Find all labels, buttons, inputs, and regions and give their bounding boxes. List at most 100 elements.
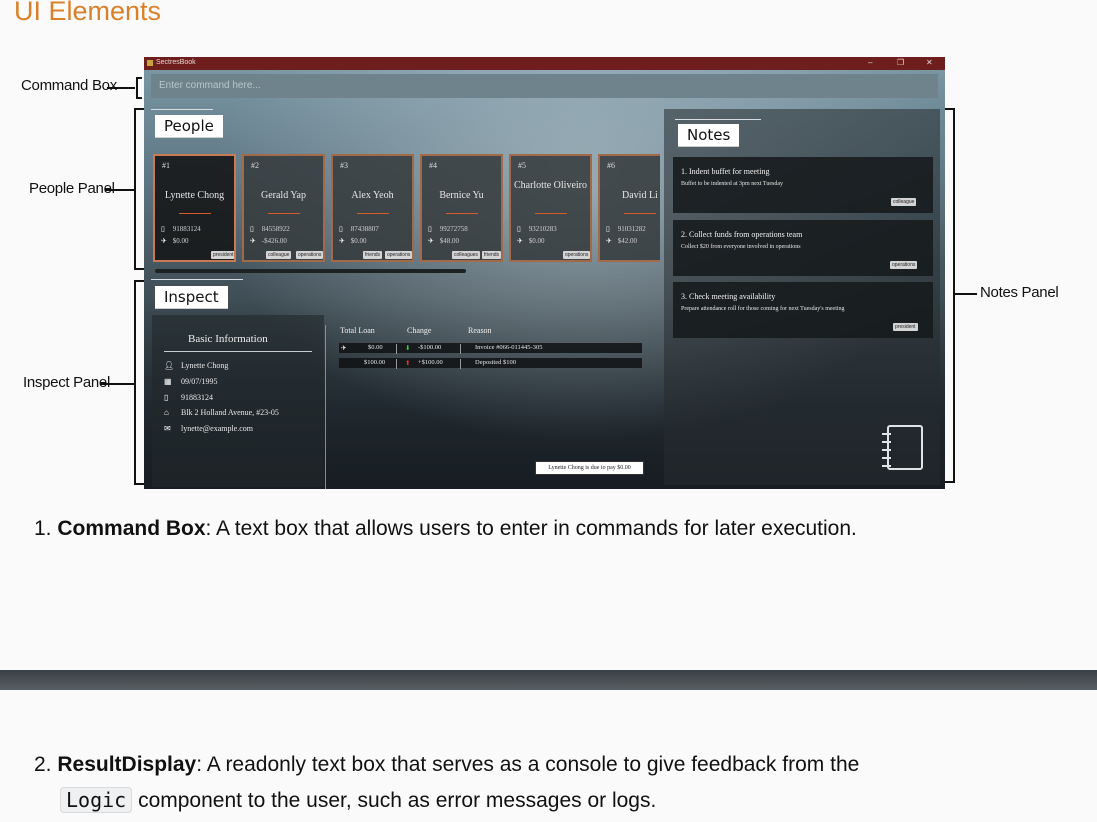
tag: president: [211, 251, 234, 259]
mail-icon: ✉: [164, 424, 171, 433]
tag: president: [893, 323, 918, 331]
page-heading: UI Elements: [14, 0, 162, 26]
app-window: SectresBook – ❐ ✕ Enter command here... …: [144, 57, 945, 489]
tag: colleague: [891, 198, 917, 206]
person-loan: ✈ -$426.00: [250, 237, 287, 245]
people-panel-title: People: [155, 115, 223, 138]
tag: operations: [296, 251, 323, 259]
loan-history-row: $100.00 ⬆ +$100.00 Deposited $100: [339, 358, 642, 369]
person-card[interactable]: #4 Bernice Yu ▯ 99272758 ✈ $48.00 collea…: [420, 154, 503, 262]
phone-icon: ▯: [164, 393, 169, 402]
notes-panel-title: Notes: [678, 124, 740, 147]
tag: friends: [363, 251, 383, 259]
note-description: Collect $20 from everyone involved in op…: [681, 244, 801, 250]
bracket-people: [134, 108, 144, 270]
card-accent: [624, 213, 656, 214]
note-title: 1. Indent buffet for meeting: [681, 167, 770, 176]
phone-icon: ▯: [161, 225, 165, 233]
tag: friends: [482, 251, 501, 259]
phone-icon: ▯: [428, 225, 432, 233]
info-email: ✉ lynette@example.com: [164, 424, 254, 433]
loan-total: $0.00: [368, 344, 383, 351]
loan-icon: ✈: [339, 237, 345, 245]
person-card[interactable]: #6 David Li ▯ 91031282 ✈ $42.00: [598, 154, 660, 262]
person-index: #5: [518, 161, 526, 170]
info-address: ⌂ Blk 2 Holland Avenue, #23-05: [164, 408, 279, 417]
arrow-up-icon: ⬆: [405, 360, 411, 367]
person-name: Alex Yeoh: [351, 190, 394, 201]
person-name: Bernice Yu: [439, 190, 484, 201]
app-icon: [147, 60, 153, 66]
card-accent: [535, 213, 567, 214]
person-loan: ✈ $48.00: [428, 237, 459, 245]
restore-button[interactable]: ❐: [897, 58, 904, 67]
person-index: #3: [340, 161, 348, 170]
loan-icon: ✈: [517, 237, 523, 245]
inspect-divider: [325, 325, 326, 489]
callout-line-notes: [955, 293, 977, 295]
loan-icon: ✈: [161, 237, 167, 245]
card-accent: [357, 213, 389, 214]
person-phone: ▯ 91883124: [161, 225, 201, 233]
tag: operations: [385, 251, 412, 259]
loan-change: +$100.00: [418, 359, 443, 366]
note-description: Prepare attendance roll for those coming…: [681, 306, 845, 312]
loan-header-change: Change: [407, 326, 432, 335]
bracket-notes: [945, 108, 955, 483]
person-phone: ▯ 91031282: [606, 225, 646, 233]
notebook-icon: [882, 425, 923, 470]
info-phone: ▯ 91883124: [164, 393, 213, 402]
home-icon: ⌂: [164, 408, 169, 417]
close-button[interactable]: ✕: [926, 58, 933, 67]
notes-title-rule: [675, 119, 761, 120]
basic-info-title: Basic Information: [188, 333, 268, 345]
due-message: Lynette Chong is due to pay $0.00: [535, 461, 644, 475]
people-scrollbar[interactable]: [155, 269, 466, 273]
loan-reason: Invoice #066-011445-305: [475, 344, 543, 351]
person-phone: ▯ 99272758: [428, 225, 468, 233]
note-card[interactable]: 1. Indent buffet for meeting Buffet to b…: [673, 157, 933, 213]
window-title: SectresBook: [156, 59, 196, 66]
note-description: Buffet to be indented at 3pm next Tuesda…: [681, 181, 784, 187]
code-logic: Logic: [60, 787, 133, 813]
person-phone: ▯ 93210283: [517, 225, 557, 233]
person-card[interactable]: #3 Alex Yeoh ▯ 87438807 ✈ $0.00 friends …: [331, 154, 414, 262]
inspect-title-rule: [151, 279, 243, 280]
minimize-button[interactable]: –: [868, 58, 872, 67]
person-icon: 👤︎: [164, 361, 175, 370]
command-input[interactable]: Enter command here...: [151, 74, 938, 98]
people-title-rule: [151, 109, 213, 110]
person-phone: ▯ 87438807: [339, 225, 379, 233]
tag: colleagues: [452, 251, 480, 259]
phone-icon: ▯: [606, 225, 610, 233]
note-card[interactable]: 3. Check meeting availability Prepare at…: [673, 282, 933, 338]
info-name: 👤︎ Lynette Chong: [164, 361, 229, 370]
card-accent: [446, 213, 478, 214]
callout-line-people: [105, 189, 134, 191]
note-card[interactable]: 2. Collect funds from operations team Co…: [673, 220, 933, 276]
person-name: Gerald Yap: [261, 190, 306, 201]
loan-total: $100.00: [364, 359, 386, 366]
callout-people-panel: People Panel: [29, 180, 115, 197]
card-accent: [179, 213, 211, 214]
basic-info-rule: [164, 351, 312, 352]
loan-header-total: Total Loan: [340, 326, 375, 335]
note-title: 2. Collect funds from operations team: [681, 230, 803, 239]
callout-line-inspect: [101, 383, 134, 385]
card-accent: [268, 213, 300, 214]
callout-line-command: [107, 87, 135, 89]
person-loan: ✈ $0.00: [339, 237, 367, 245]
person-loan: ✈ $42.00: [606, 237, 637, 245]
callout-command-box: Command Box: [21, 77, 117, 94]
person-name: David Li: [622, 190, 658, 201]
person-card[interactable]: #5 Charlotte Oliveiro ▯ 93210283 ✈ $0.00…: [509, 154, 592, 262]
person-card[interactable]: #2 Gerald Yap ▯ 84558922 ✈ -$426.00 coll…: [242, 154, 325, 262]
tag: operations: [890, 261, 918, 269]
person-index: #2: [251, 161, 259, 170]
loan-header-reason: Reason: [468, 326, 492, 335]
person-card[interactable]: #1 Lynette Chong ▯ 91883124 ✈ $0.00 pres…: [153, 154, 236, 262]
loan-icon: ✈: [250, 237, 256, 245]
loan-icon: ✈: [606, 237, 612, 245]
bracket-command: [136, 77, 142, 99]
callout-inspect-panel: Inspect Panel: [23, 374, 110, 391]
